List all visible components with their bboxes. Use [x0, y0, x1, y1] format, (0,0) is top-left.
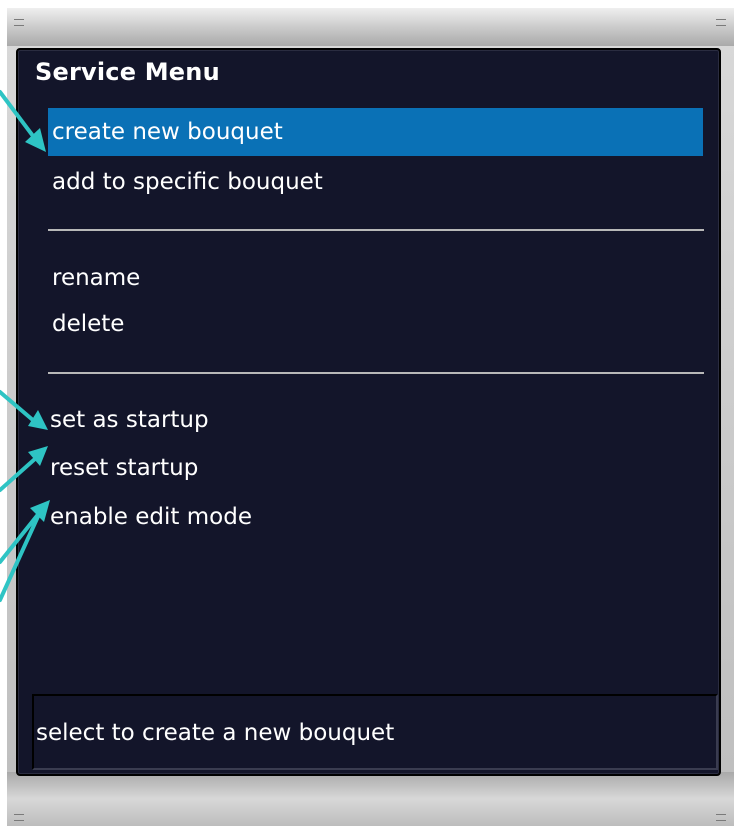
annotation-arrow-line: [0, 90, 38, 142]
annotation-arrows: [0, 90, 50, 602]
annotation-arrow-line: [0, 456, 38, 492]
annotation-arrow-line: [0, 390, 36, 423]
